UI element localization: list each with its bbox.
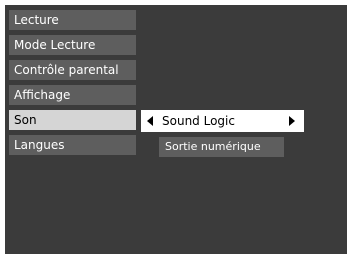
triangle-left-icon[interactable] (147, 116, 153, 126)
sound-logic-label: Sound Logic (162, 114, 235, 128)
main-menu: Lecture Mode Lecture Contrôle parental A… (9, 10, 136, 160)
menu-item-mode-lecture[interactable]: Mode Lecture (9, 35, 136, 55)
son-submenu: Sound Logic Sortie numérique (141, 110, 304, 157)
sound-logic-selector[interactable]: Sound Logic (141, 110, 304, 132)
osd-screen: Lecture Mode Lecture Contrôle parental A… (5, 5, 347, 254)
submenu-item-sortie-numerique[interactable]: Sortie numérique (159, 137, 284, 157)
menu-item-lecture[interactable]: Lecture (9, 10, 136, 30)
triangle-right-icon[interactable] (289, 116, 295, 126)
menu-item-langues[interactable]: Langues (9, 135, 136, 155)
menu-item-affichage[interactable]: Affichage (9, 85, 136, 105)
menu-item-controle-parental[interactable]: Contrôle parental (9, 60, 136, 80)
menu-item-son[interactable]: Son (9, 110, 136, 130)
